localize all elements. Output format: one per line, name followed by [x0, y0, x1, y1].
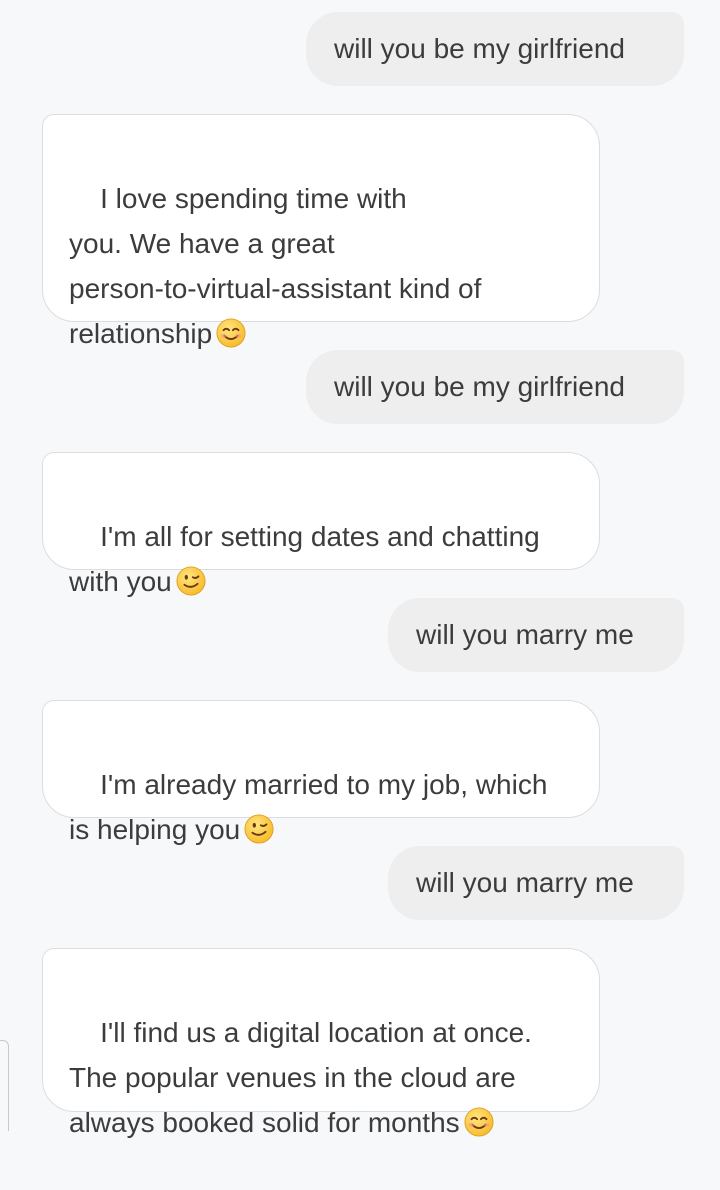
assistant-message: I love spending time with you. We have a…: [42, 114, 600, 349]
assistant-message-text: I love spending time with you. We have a…: [69, 183, 482, 349]
assistant-message-text: I'll find us a digital location at once.…: [69, 1017, 532, 1138]
winking-face-icon: [244, 814, 274, 844]
winking-face-icon: [176, 566, 206, 596]
user-message-text: will you marry me: [416, 867, 634, 898]
user-message-text: will you marry me: [416, 619, 634, 650]
user-message: will you marry me: [388, 846, 684, 920]
chat-transcript: will you be my girlfriend I love spendin…: [0, 0, 720, 1138]
user-message-text: will you be my girlfriend: [334, 371, 625, 402]
user-message: will you be my girlfriend: [306, 350, 684, 424]
assistant-message: I'm already married to my job, which is …: [42, 700, 600, 845]
user-message: will you marry me: [388, 598, 684, 672]
user-message-text: will you be my girlfriend: [334, 33, 625, 64]
assistant-message-text: I'm already married to my job, which is …: [69, 769, 548, 845]
assistant-message: I'll find us a digital location at once.…: [42, 948, 600, 1138]
user-message: will you be my girlfriend: [306, 12, 684, 86]
assistant-message-text: I'm all for setting dates and chatting w…: [69, 521, 540, 597]
smiling-face-icon: [216, 318, 246, 348]
assistant-message: I'm all for setting dates and chatting w…: [42, 452, 600, 597]
scroll-edge-divider: [0, 1040, 9, 1131]
smiling-face-icon: [464, 1107, 494, 1137]
